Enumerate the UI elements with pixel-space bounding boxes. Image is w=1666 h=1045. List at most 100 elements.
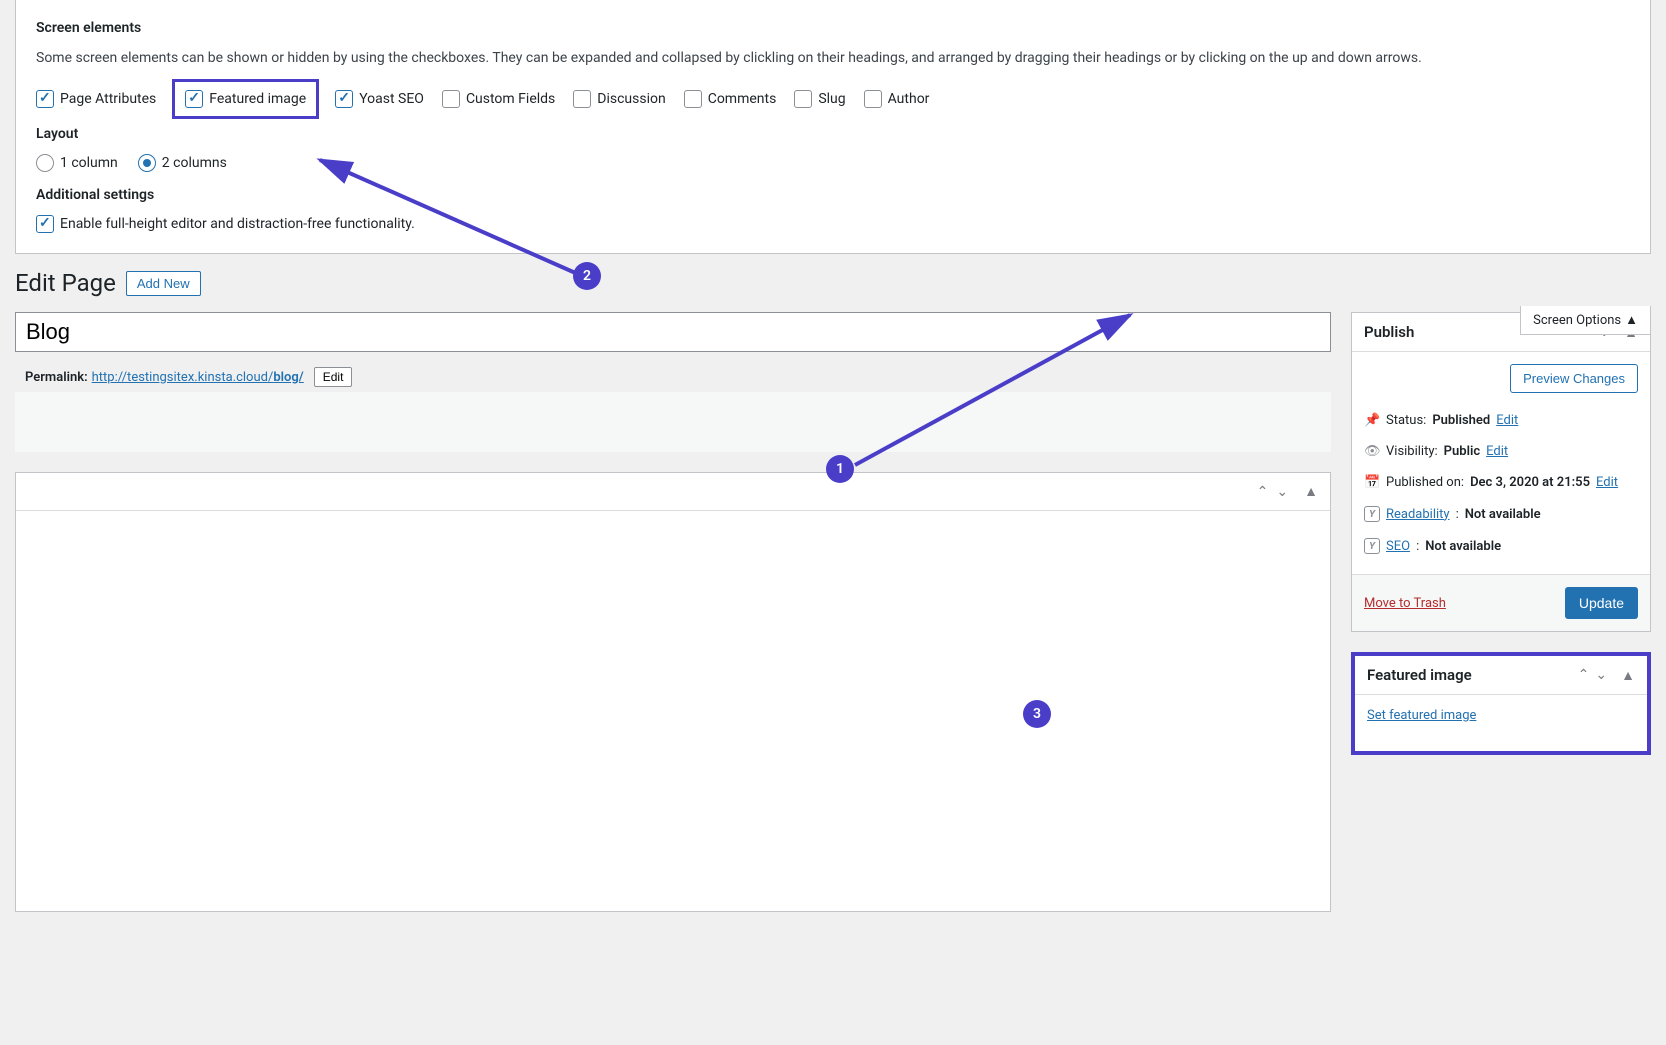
checkbox-input-full-height-editor[interactable] bbox=[36, 215, 54, 233]
checkbox-full-height-editor[interactable]: Enable full-height editor and distractio… bbox=[36, 215, 1630, 233]
checkbox-label: Author bbox=[888, 91, 930, 107]
page-title: Edit Page bbox=[15, 269, 116, 297]
annotation-badge-1: 1 bbox=[826, 455, 854, 483]
readability-row: Y Readability: Not available bbox=[1364, 498, 1638, 530]
permalink-link[interactable]: http://testingsitex.kinsta.cloud/blog/ bbox=[92, 370, 304, 385]
annotation-arrow-2 bbox=[310, 145, 590, 285]
content-metabox: ⌃ ⌄ ▲ bbox=[15, 472, 1331, 912]
radio-1-column[interactable]: 1 column bbox=[36, 154, 118, 172]
checkbox-label: Yoast SEO bbox=[359, 91, 424, 107]
publish-box-body: Preview Changes 📌 Status: Published Edit… bbox=[1352, 352, 1650, 574]
checkbox-featured-image[interactable]: Featured image bbox=[172, 79, 319, 119]
checkbox-input-slug[interactable] bbox=[794, 90, 812, 108]
featured-image-box: Featured image ⌃ ⌄ ▲ Set featured image bbox=[1351, 652, 1651, 755]
update-button[interactable]: Update bbox=[1565, 587, 1638, 619]
radio-input-1-column[interactable] bbox=[36, 154, 54, 172]
checkbox-input-author[interactable] bbox=[864, 90, 882, 108]
status-value: Published bbox=[1432, 413, 1490, 428]
visibility-value: Public bbox=[1444, 444, 1480, 459]
edit-page-header: Edit Page Add New bbox=[0, 254, 1666, 302]
status-row: 📌 Status: Published Edit bbox=[1364, 405, 1638, 436]
radio-label: 1 column bbox=[60, 155, 118, 171]
eye-icon: 👁 bbox=[1364, 444, 1380, 459]
yoast-icon: Y bbox=[1364, 538, 1380, 554]
screen-elements-heading: Screen elements bbox=[36, 20, 1630, 36]
status-edit-link[interactable]: Edit bbox=[1496, 413, 1518, 428]
checkbox-input-page-attributes[interactable] bbox=[36, 90, 54, 108]
checkbox-label: Page Attributes bbox=[60, 91, 156, 107]
published-value: Dec 3, 2020 at 21:55 bbox=[1470, 475, 1590, 490]
checkbox-label: Comments bbox=[708, 91, 777, 107]
checkbox-slug[interactable]: Slug bbox=[794, 90, 845, 108]
move-to-trash-link[interactable]: Move to Trash bbox=[1364, 596, 1446, 611]
readability-value: Not available bbox=[1465, 507, 1541, 522]
visibility-row: 👁 Visibility: Public Edit bbox=[1364, 436, 1638, 467]
postbox-controls: ⌃ ⌄ ▲ bbox=[1578, 667, 1635, 684]
visibility-edit-link[interactable]: Edit bbox=[1486, 444, 1508, 459]
checkbox-input-yoast-seo[interactable] bbox=[335, 90, 353, 108]
screen-elements-description: Some screen elements can be shown or hid… bbox=[36, 48, 1630, 69]
annotation-badge-2: 2 bbox=[573, 262, 601, 290]
caret-up-icon[interactable]: ▲ bbox=[1621, 667, 1635, 684]
checkbox-input-featured-image[interactable] bbox=[185, 90, 203, 108]
published-on-row: 📅 Published on: Dec 3, 2020 at 21:55 Edi… bbox=[1364, 467, 1638, 498]
metabox-content bbox=[16, 511, 1330, 911]
checkbox-page-attributes[interactable]: Page Attributes bbox=[36, 90, 156, 108]
permalink-edit-button[interactable]: Edit bbox=[314, 367, 353, 387]
radio-2-columns[interactable]: 2 columns bbox=[138, 154, 227, 172]
checkbox-label: Discussion bbox=[597, 91, 665, 107]
readability-link[interactable]: Readability bbox=[1386, 507, 1450, 522]
layout-radios: 1 column 2 columns bbox=[36, 154, 1630, 172]
featured-image-body: Set featured image bbox=[1355, 695, 1647, 751]
checkbox-input-discussion[interactable] bbox=[573, 90, 591, 108]
checkbox-label: Custom Fields bbox=[466, 91, 555, 107]
yoast-icon: Y bbox=[1364, 506, 1380, 522]
screen-options-toggle[interactable]: Screen Options ▲ bbox=[1520, 306, 1651, 335]
screen-options-toggle-label: Screen Options bbox=[1533, 313, 1621, 328]
calendar-icon: 📅 bbox=[1364, 475, 1380, 490]
add-new-button[interactable]: Add New bbox=[126, 271, 201, 296]
seo-link[interactable]: SEO bbox=[1386, 539, 1410, 554]
status-label: Status: bbox=[1386, 413, 1426, 428]
seo-row: Y SEO: Not available bbox=[1364, 530, 1638, 562]
checkbox-yoast-seo[interactable]: Yoast SEO bbox=[335, 90, 424, 108]
visibility-label: Visibility: bbox=[1386, 444, 1438, 459]
featured-image-header[interactable]: Featured image ⌃ ⌄ ▲ bbox=[1355, 656, 1647, 695]
caret-up-icon: ▲ bbox=[1625, 312, 1638, 328]
chevron-up-icon[interactable]: ⌃ bbox=[1257, 484, 1269, 500]
published-edit-link[interactable]: Edit bbox=[1596, 475, 1618, 490]
checkbox-comments[interactable]: Comments bbox=[684, 90, 777, 108]
preview-changes-button[interactable]: Preview Changes bbox=[1510, 364, 1638, 393]
checkbox-author[interactable]: Author bbox=[864, 90, 930, 108]
chevron-down-icon[interactable]: ⌄ bbox=[1595, 667, 1607, 684]
main-area: Permalink: http://testingsitex.kinsta.cl… bbox=[0, 302, 1666, 942]
seo-value: Not available bbox=[1425, 539, 1501, 554]
published-label: Published on: bbox=[1386, 475, 1464, 490]
additional-settings-heading: Additional settings bbox=[36, 187, 1630, 203]
radio-label: 2 columns bbox=[162, 155, 227, 171]
checkbox-label: Slug bbox=[818, 91, 845, 107]
annotation-badge-3: 3 bbox=[1023, 700, 1051, 728]
checkbox-input-custom-fields[interactable] bbox=[442, 90, 460, 108]
sidebar-column: Publish ⌃ ⌄ ▲ Preview Changes 📌 Status: … bbox=[1351, 312, 1651, 932]
screen-options-panel: Screen elements Some screen elements can… bbox=[15, 0, 1651, 254]
checkbox-label: Featured image bbox=[209, 91, 306, 107]
checkbox-discussion[interactable]: Discussion bbox=[573, 90, 665, 108]
metabox-header: ⌃ ⌄ ▲ bbox=[16, 473, 1330, 511]
chevron-down-icon[interactable]: ⌄ bbox=[1276, 484, 1288, 500]
annotation-arrow-1 bbox=[850, 305, 1140, 470]
radio-input-2-columns[interactable] bbox=[138, 154, 156, 172]
chevron-up-icon[interactable]: ⌃ bbox=[1578, 667, 1590, 684]
checkbox-input-comments[interactable] bbox=[684, 90, 702, 108]
caret-up-icon[interactable]: ▲ bbox=[1304, 483, 1318, 500]
featured-image-heading: Featured image bbox=[1367, 666, 1472, 684]
permalink-label: Permalink: bbox=[25, 370, 88, 385]
checkbox-custom-fields[interactable]: Custom Fields bbox=[442, 90, 555, 108]
publish-box-footer: Move to Trash Update bbox=[1352, 574, 1650, 631]
set-featured-image-link[interactable]: Set featured image bbox=[1367, 708, 1476, 723]
layout-heading: Layout bbox=[36, 126, 1630, 142]
publish-box: Publish ⌃ ⌄ ▲ Preview Changes 📌 Status: … bbox=[1351, 312, 1651, 632]
screen-elements-checkboxes: Page Attributes Featured image Yoast SEO… bbox=[36, 87, 1630, 111]
publish-heading: Publish bbox=[1364, 323, 1414, 341]
pin-icon: 📌 bbox=[1364, 413, 1380, 428]
